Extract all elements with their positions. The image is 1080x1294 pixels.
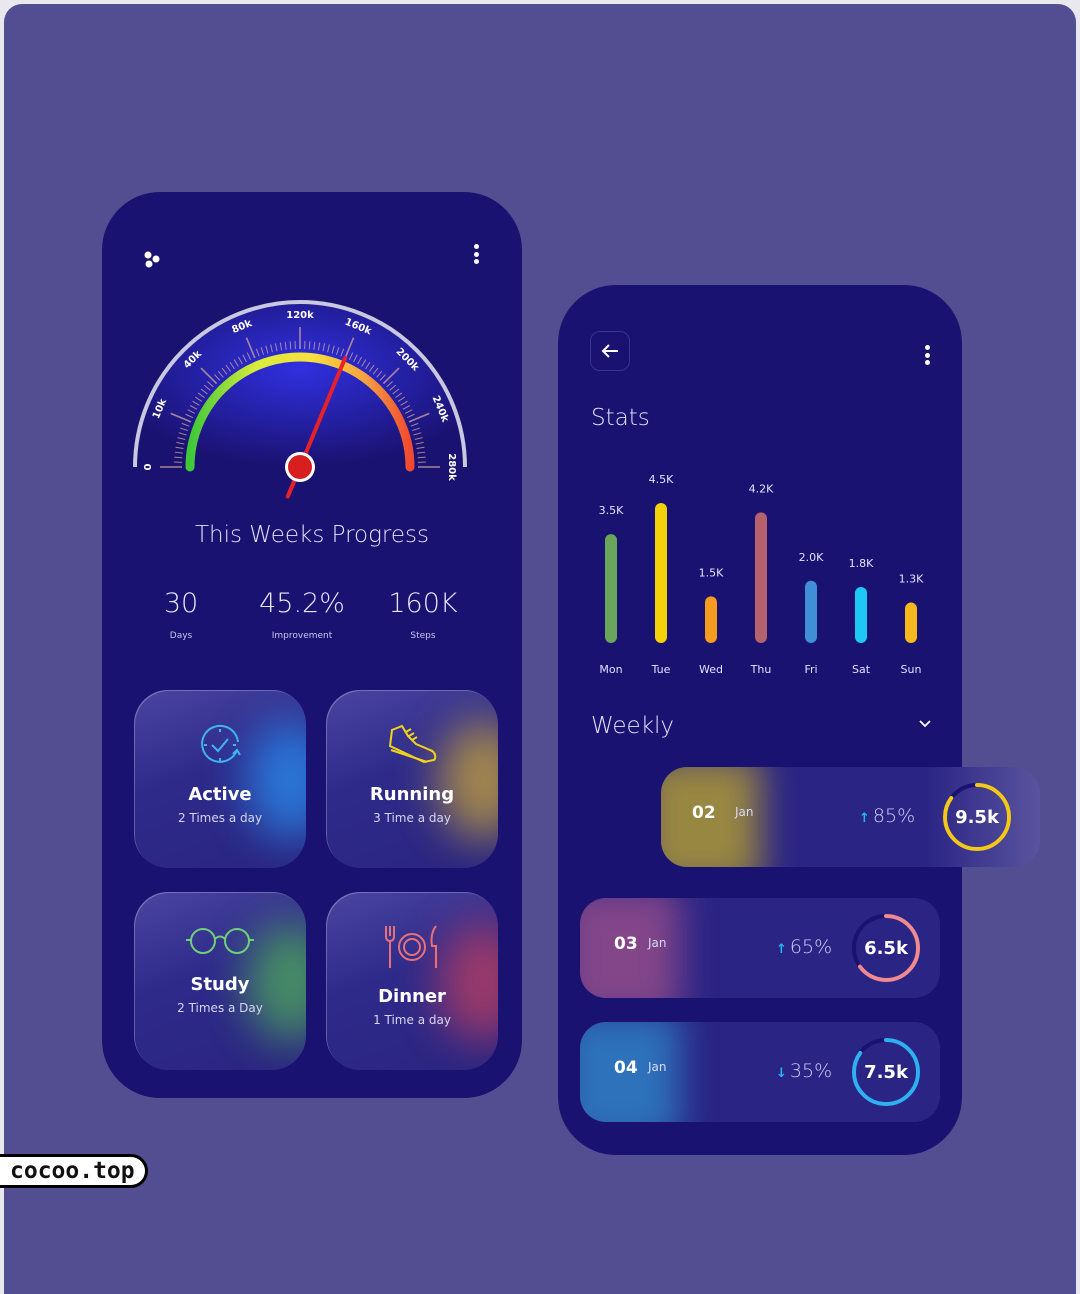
bar-value-label: 2.0K (799, 551, 824, 564)
weekly-dropdown-label[interactable]: Weekly (591, 713, 674, 739)
chevron-down-icon[interactable] (918, 719, 932, 729)
sneaker-icon (384, 722, 440, 768)
stat-improvement: 45.2%Improvement (237, 588, 367, 641)
more-menu-icon[interactable] (474, 244, 478, 267)
entry-day: 03 (614, 934, 638, 954)
activity-frequency: 2 Times a day (134, 811, 306, 825)
entry-total: 7.5k (850, 1036, 922, 1108)
app-logo-icon[interactable] (144, 250, 162, 274)
activity-name: Running (326, 784, 498, 805)
weekly-entry[interactable]: 04 Jan ↓35% 7.5k (580, 1022, 940, 1122)
day-label: Thu (750, 663, 772, 676)
activity-card-dinner[interactable]: Dinner 1 Time a day (326, 892, 498, 1070)
entry-month: Jan (648, 1060, 667, 1074)
bar-thu (755, 512, 767, 643)
gauge-label: 0 (143, 463, 154, 470)
entry-total: 9.5k (941, 781, 1013, 853)
entry-percent: ↑85% (859, 805, 915, 827)
entry-month: Jan (735, 805, 754, 819)
bar-sun (905, 603, 917, 643)
weekly-entry[interactable]: 03 Jan ↑65% 6.5k (580, 898, 940, 998)
gauge-tick (309, 341, 310, 349)
progress-title: This Weeks Progress (102, 522, 522, 548)
clock-check-icon (197, 722, 243, 768)
bar-tue (655, 503, 667, 643)
activity-card-active[interactable]: Active 2 Times a day (134, 690, 306, 868)
entry-total: 6.5k (850, 912, 922, 984)
progress-ring: 6.5k (850, 912, 922, 984)
bar-value-label: 3.5K (599, 504, 624, 517)
glasses-icon (183, 924, 257, 958)
day-label: Sun (901, 663, 922, 676)
progress-ring: 7.5k (850, 1036, 922, 1108)
entry-percent: ↓35% (776, 1060, 832, 1082)
gauge-label: 120k (286, 310, 314, 321)
daily-steps-chart: 3.5K Mon 4.5K Tue 1.5K Wed 4.2K Thu 2.0K Fri 1.8K S… (558, 455, 962, 685)
stats-title: Stats (591, 405, 650, 431)
bar-value-label: 1.5K (699, 566, 724, 579)
day-label: Mon (599, 663, 622, 676)
day-label: Fri (804, 663, 817, 676)
arrow-down-icon: ↓ (776, 1066, 787, 1081)
entry-percent: ↑65% (776, 936, 832, 958)
arrow-up-icon: ↑ (776, 942, 787, 957)
gauge-label: 280k (446, 453, 457, 481)
bar-sat (855, 587, 867, 643)
stat-days: 30Days (116, 588, 246, 641)
speed-gauge: 010k40k80k120k160k200k240k280k (102, 282, 522, 512)
arrow-left-icon (600, 343, 620, 359)
arrow-up-icon: ↑ (859, 811, 870, 826)
activity-name: Study (134, 974, 306, 995)
bar-value-label: 1.8K (849, 557, 874, 570)
activity-frequency: 2 Times a Day (134, 1001, 306, 1015)
entry-day: 02 (692, 803, 716, 823)
activity-name: Active (134, 784, 306, 805)
bar-value-label: 4.5K (649, 473, 674, 486)
gauge-hub (288, 455, 312, 479)
bar-fri (805, 581, 817, 643)
gauge-face (135, 302, 465, 467)
back-button[interactable] (590, 331, 630, 371)
activity-card-study[interactable]: Study 2 Times a Day (134, 892, 306, 1070)
day-label: Wed (699, 663, 723, 676)
watermark: cocoo.top (0, 1154, 148, 1188)
activity-frequency: 1 Time a day (326, 1013, 498, 1027)
gauge-tick (174, 457, 182, 458)
more-menu-icon[interactable] (925, 345, 929, 368)
progress-ring: 9.5k (941, 781, 1013, 853)
day-label: Tue (651, 663, 671, 676)
entry-day: 04 (614, 1058, 638, 1078)
stat-steps: 160KSteps (358, 588, 488, 641)
bar-mon (605, 534, 617, 643)
bar-value-label: 1.3K (899, 573, 924, 586)
day-label: Sat (852, 663, 871, 676)
bar-value-label: 4.2K (749, 482, 774, 495)
gauge-tick (418, 457, 426, 458)
weekly-entry[interactable]: 02 Jan ↑85% 9.5k (661, 767, 1040, 867)
activity-frequency: 3 Time a day (326, 811, 498, 825)
activity-name: Dinner (326, 986, 498, 1007)
activity-card-running[interactable]: Running 3 Time a day (326, 690, 498, 868)
gauge-tick (290, 341, 291, 349)
plate-cutlery-icon (382, 924, 442, 970)
bar-wed (705, 596, 717, 643)
entry-month: Jan (648, 936, 667, 950)
progress-screen: 010k40k80k120k160k200k240k280k This Week… (102, 192, 522, 1098)
